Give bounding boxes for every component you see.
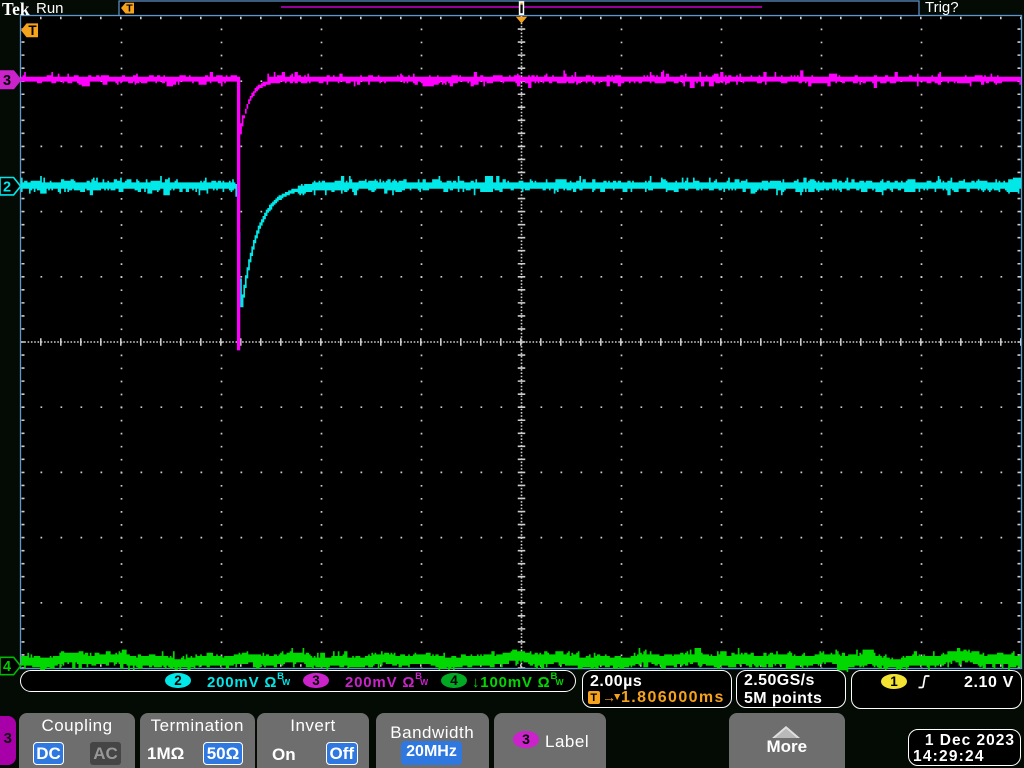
svg-text:T: T: [28, 23, 37, 38]
svg-text:4: 4: [3, 659, 11, 675]
svg-text:2: 2: [3, 179, 11, 195]
svg-text:3: 3: [3, 73, 11, 89]
svg-text:T: T: [126, 3, 133, 15]
